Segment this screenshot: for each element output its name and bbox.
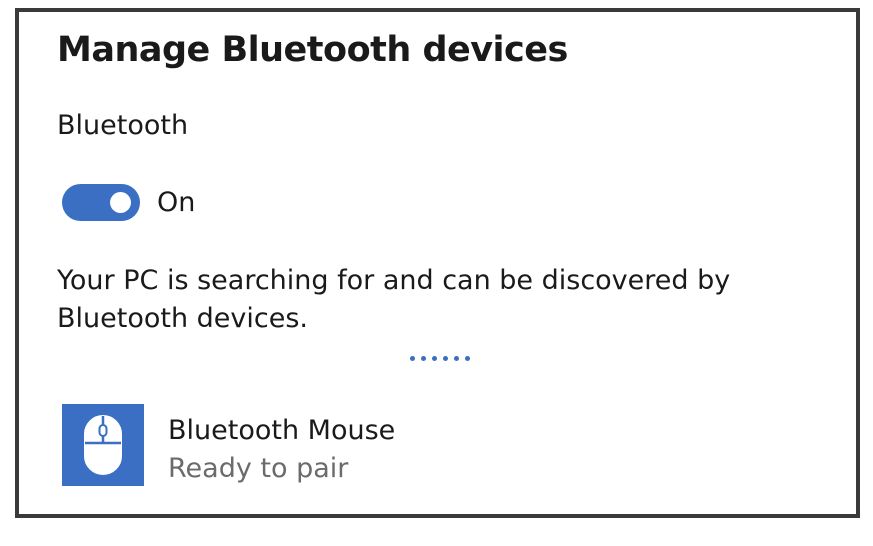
searching-progress-indicator: [410, 356, 470, 361]
bluetooth-section-label: Bluetooth: [57, 110, 189, 141]
progress-dot: [454, 356, 459, 361]
bluetooth-toggle-row: On: [62, 182, 195, 222]
mouse-icon: [62, 404, 144, 486]
progress-dot: [465, 356, 470, 361]
bluetooth-toggle[interactable]: [62, 183, 140, 221]
progress-dot: [432, 356, 437, 361]
toggle-state-label: On: [157, 186, 196, 218]
progress-dot: [421, 356, 426, 361]
progress-dot: [443, 356, 448, 361]
toggle-knob: [110, 191, 131, 213]
device-name: Bluetooth Mouse: [168, 415, 396, 446]
bluetooth-settings-panel: Manage Bluetooth devices Bluetooth On Yo…: [15, 8, 860, 518]
device-status: Ready to pair: [168, 453, 349, 484]
device-info: Bluetooth Mouse Ready to pair: [168, 404, 395, 488]
page-title: Manage Bluetooth devices: [57, 30, 568, 70]
device-list-item[interactable]: Bluetooth Mouse Ready to pair: [62, 404, 822, 488]
progress-dot: [410, 356, 415, 361]
discovery-status-message: Your PC is searching for and can be disc…: [57, 265, 731, 334]
